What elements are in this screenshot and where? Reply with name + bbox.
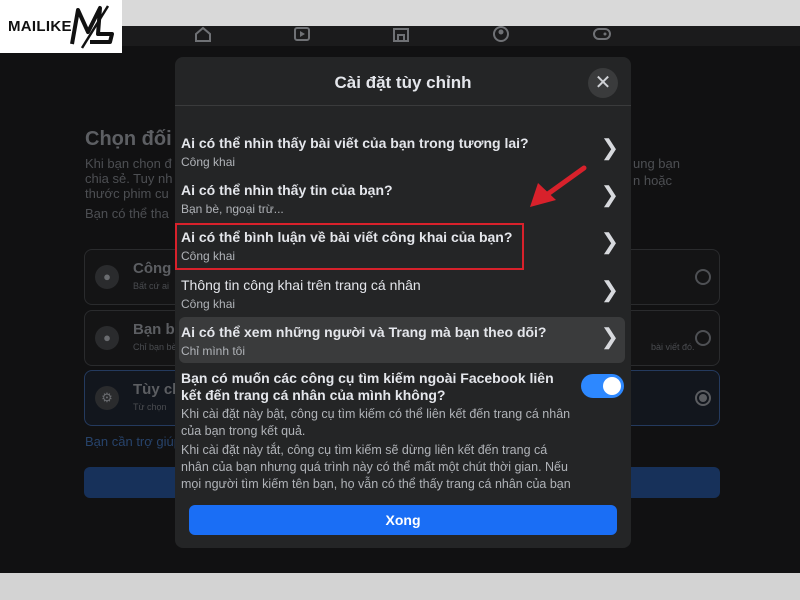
screenshot: Chọn đối Khi bạn chọn đ chia sẻ. Tuy nh …	[0, 0, 800, 600]
annotation-arrow-icon	[530, 165, 587, 207]
